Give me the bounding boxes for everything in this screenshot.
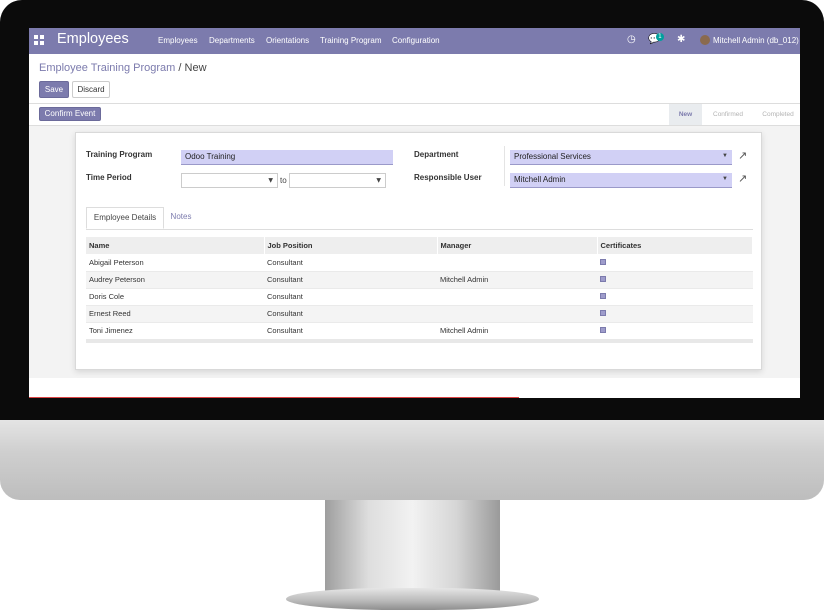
column-header-job-position[interactable]: Job Position <box>264 237 438 254</box>
cell-job: Consultant <box>264 305 437 323</box>
department-select[interactable]: Professional Services ▼ <box>510 150 732 165</box>
certificate-checkbox[interactable] <box>600 310 606 316</box>
employee-table: Name Job Position Manager Certificates A… <box>86 237 753 340</box>
certificate-checkbox[interactable] <box>600 327 606 333</box>
cell-manager <box>437 305 597 323</box>
certificate-checkbox[interactable] <box>600 276 606 282</box>
avatar[interactable] <box>700 35 710 45</box>
cell-job: Consultant <box>264 254 437 272</box>
monitor-stand <box>325 500 500 592</box>
menu-orientations[interactable]: Orientations <box>266 36 309 45</box>
table-row[interactable]: Toni Jimenez Consultant Mitchell Admin <box>86 322 753 340</box>
discard-button[interactable]: Discard <box>72 81 110 98</box>
stage-completed[interactable]: Completed <box>756 104 800 125</box>
apps-grid-icon[interactable] <box>34 35 46 47</box>
dropdown-caret-icon: ▼ <box>376 177 381 184</box>
dropdown-caret-icon: ▼ <box>722 153 728 159</box>
dropdown-caret-icon: ▼ <box>722 176 728 182</box>
breadcrumb-current: New <box>184 62 207 74</box>
dropdown-caret-icon: ▼ <box>268 177 273 184</box>
breadcrumb-separator: / <box>178 62 182 74</box>
stage-confirmed[interactable]: Confirmed <box>704 104 752 125</box>
table-row[interactable]: Audrey Peterson Consultant Mitchell Admi… <box>86 271 753 289</box>
monitor-chin <box>0 420 824 500</box>
menu-departments[interactable]: Departments <box>209 36 255 45</box>
cell-name: Audrey Peterson <box>86 271 264 289</box>
chatter-divider <box>29 397 519 398</box>
user-menu[interactable]: Mitchell Admin (db_012) <box>713 36 799 45</box>
monitor-stand-base <box>286 588 539 610</box>
stage-new[interactable]: New <box>669 104 702 125</box>
training-program-input[interactable]: Odoo Training <box>181 150 393 165</box>
cell-job: Consultant <box>264 271 437 289</box>
time-period-label: Time Period <box>86 173 132 182</box>
certificate-checkbox[interactable] <box>600 293 606 299</box>
cell-manager <box>437 288 597 306</box>
screen: Employees Employees Departments Orientat… <box>29 28 800 398</box>
table-row[interactable]: Abigail Peterson Consultant <box>86 254 753 272</box>
cell-certificates <box>597 322 753 340</box>
cell-manager <box>437 254 597 272</box>
app-title: Employees <box>57 31 129 47</box>
cell-manager: Mitchell Admin <box>437 271 597 289</box>
department-label: Department <box>414 150 459 159</box>
external-link-icon[interactable]: ↗ <box>738 149 747 162</box>
responsible-user-select[interactable]: Mitchell Admin ▼ <box>510 173 732 188</box>
department-value: Professional Services <box>514 152 591 161</box>
cell-certificates <box>597 254 753 272</box>
status-bar: Confirm Event New Confirmed Completed <box>29 104 800 126</box>
cell-name: Ernest Reed <box>86 305 264 323</box>
menu-training-program[interactable]: Training Program <box>320 36 382 45</box>
tab-notes[interactable]: Notes <box>166 207 196 229</box>
column-header-manager[interactable]: Manager <box>437 237 598 254</box>
tab-employee-details[interactable]: Employee Details <box>86 207 164 229</box>
responsible-user-label: Responsible User <box>414 173 482 182</box>
chatter-bar <box>29 378 800 398</box>
breadcrumb: Employee Training Program / New <box>39 62 207 74</box>
field-divider <box>504 146 505 186</box>
top-navbar: Employees Employees Departments Orientat… <box>29 28 800 54</box>
bug-icon[interactable]: ✱ <box>677 34 685 45</box>
column-header-name[interactable]: Name <box>86 237 265 254</box>
save-button[interactable]: Save <box>39 81 69 98</box>
cell-name: Doris Cole <box>86 288 264 306</box>
cell-name: Toni Jimenez <box>86 322 264 340</box>
tabs-underline <box>86 229 753 230</box>
cell-certificates <box>597 271 753 289</box>
confirm-event-button[interactable]: Confirm Event <box>39 107 101 121</box>
time-period-to-label: to <box>280 176 287 185</box>
cell-job: Consultant <box>264 288 437 306</box>
time-period-end-input[interactable]: ▼ <box>289 173 386 188</box>
cell-certificates <box>597 305 753 323</box>
certificate-checkbox[interactable] <box>600 258 606 265</box>
responsible-user-value: Mitchell Admin <box>514 175 566 184</box>
form-sheet: Training Program Odoo Training Time Peri… <box>75 132 762 370</box>
table-row[interactable]: Doris Cole Consultant <box>86 288 753 306</box>
control-panel: Employee Training Program / New Save Dis… <box>29 54 800 104</box>
column-header-certificates[interactable]: Certificates <box>597 237 753 254</box>
external-link-icon[interactable]: ↗ <box>738 172 747 185</box>
menu-configuration[interactable]: Configuration <box>392 36 440 45</box>
cell-certificates <box>597 288 753 306</box>
menu-employees[interactable]: Employees <box>158 36 198 45</box>
time-period-start-input[interactable]: ▼ <box>181 173 278 188</box>
cell-job: Consultant <box>264 322 437 340</box>
cell-name: Abigail Peterson <box>86 254 264 272</box>
message-count-badge: 1 <box>656 33 664 41</box>
table-footer <box>86 339 753 343</box>
cell-manager: Mitchell Admin <box>437 322 597 340</box>
table-row[interactable]: Ernest Reed Consultant <box>86 305 753 323</box>
training-program-label: Training Program <box>86 150 153 159</box>
activity-clock-icon[interactable]: ◷ <box>627 34 636 45</box>
breadcrumb-parent[interactable]: Employee Training Program <box>39 62 175 74</box>
